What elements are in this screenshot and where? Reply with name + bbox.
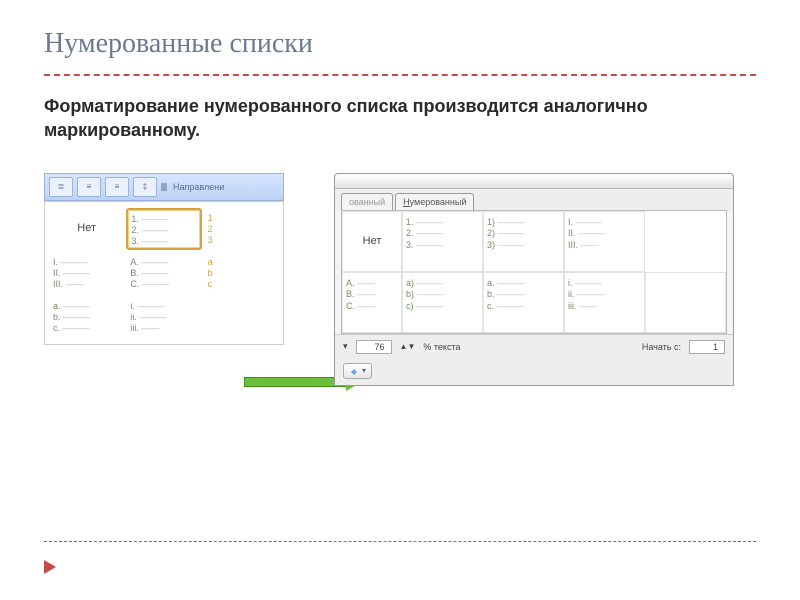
dialog-controls-row: ▾ 76 ▲▼ % текста Начать с: 1 bbox=[335, 334, 733, 359]
dialog-tabs: ованный Нумерованный bbox=[335, 189, 733, 210]
option-alpha-upper[interactable]: A. ——— B. ——— C. ——— bbox=[126, 252, 201, 294]
dialog-titlebar bbox=[335, 174, 733, 189]
dlg-option-none[interactable]: Нет bbox=[342, 211, 402, 272]
illustration-area: ≣ ≡ ≡ ‡ Направлени Нет 1. ——— 2. ——— 3. … bbox=[44, 173, 756, 423]
dialog-gallery: Нет 1. ——— 2. ——— 3. ——— 1) ——— 2) ——— 3… bbox=[341, 210, 727, 334]
option-alpha-cut[interactable]: a b c bbox=[204, 252, 279, 294]
option-roman-upper[interactable]: I. ——— II. ——— III. —— bbox=[49, 252, 124, 294]
start-label: Начать с: bbox=[642, 342, 681, 352]
dialog-color-row: ▾ bbox=[335, 359, 733, 385]
bucket-icon bbox=[349, 366, 359, 376]
color-button[interactable]: ▾ bbox=[343, 363, 372, 379]
size-input[interactable]: 76 bbox=[356, 340, 392, 354]
text-direction-button[interactable]: Направлени bbox=[161, 182, 224, 192]
body-text: Форматирование нумерованного списка прои… bbox=[44, 94, 756, 143]
tab-numbered[interactable]: Нумерованный bbox=[395, 193, 474, 210]
dlg-option-alpha-upper-cut[interactable]: A. —— B. —— C. —— bbox=[342, 272, 402, 333]
numbering-dropdown: ≣ ≡ ≡ ‡ Направлени Нет 1. ——— 2. ——— 3. … bbox=[44, 173, 284, 345]
option-alpha-lower[interactable]: a. ——— b. ——— c. ——— bbox=[49, 296, 124, 338]
slide: Нумерованные списки Форматирование нумер… bbox=[0, 0, 800, 600]
dlg-option-alpha-lower-dot[interactable]: a. ——— b. ——— c. ——— bbox=[483, 272, 564, 333]
option-none[interactable]: Нет bbox=[49, 208, 124, 250]
numbering-gallery: Нет 1. ——— 2. ——— 3. ——— 1 2 3 I. ——— II… bbox=[44, 201, 284, 345]
option-empty bbox=[204, 296, 279, 338]
dlg-option-num-dot[interactable]: 1. ——— 2. ——— 3. ——— bbox=[402, 211, 483, 272]
dlg-option-roman-lower[interactable]: i. ——— ii. ——— iii. —— bbox=[564, 272, 645, 333]
dlg-option-roman-upper[interactable]: I. ——— II. ——— III. —— bbox=[564, 211, 645, 272]
option-numeric-cut[interactable]: 1 2 3 bbox=[204, 208, 279, 250]
dlg-option-alpha-lower-paren[interactable]: a) ——— b) ——— c) ——— bbox=[402, 272, 483, 333]
option-roman-lower[interactable]: i. ——— ii. ——— iii. —— bbox=[126, 296, 201, 338]
line-spacing-button[interactable]: ‡ bbox=[133, 177, 157, 197]
tab-bulleted[interactable]: ованный bbox=[341, 193, 393, 210]
multilevel-button[interactable]: ≡ bbox=[105, 177, 129, 197]
numbering-button[interactable]: ≡ bbox=[77, 177, 101, 197]
start-input[interactable]: 1 bbox=[689, 340, 725, 354]
size-label: % текста bbox=[423, 342, 460, 352]
slide-marker-icon bbox=[44, 560, 56, 574]
bullets-button[interactable]: ≣ bbox=[49, 177, 73, 197]
divider-bottom bbox=[44, 541, 756, 542]
spin-down-icon[interactable]: ▾ bbox=[343, 341, 348, 352]
option-numeric-dot[interactable]: 1. ——— 2. ——— 3. ——— bbox=[126, 208, 201, 250]
bullets-numbering-dialog: ованный Нумерованный Нет 1. ——— 2. ——— 3… bbox=[334, 173, 734, 386]
slide-title: Нумерованные списки bbox=[44, 28, 756, 60]
direction-icon bbox=[161, 182, 171, 192]
dlg-option-num-paren[interactable]: 1) ——— 2) ——— 3) ——— bbox=[483, 211, 564, 272]
dlg-option-empty bbox=[645, 272, 726, 333]
spin-up-icon[interactable]: ▲▼ bbox=[400, 342, 416, 351]
divider-top bbox=[44, 74, 756, 76]
ribbon-strip: ≣ ≡ ≡ ‡ Направлени bbox=[44, 173, 284, 201]
